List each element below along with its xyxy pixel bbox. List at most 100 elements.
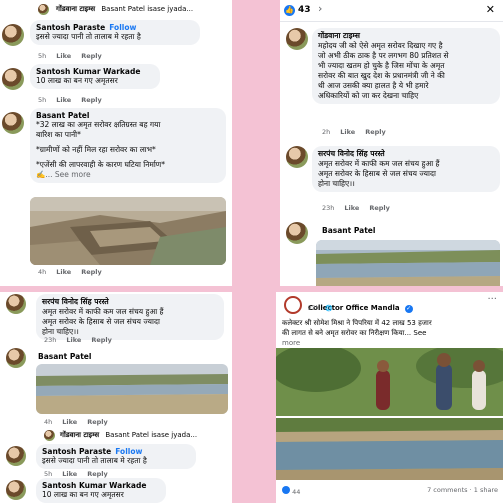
comment-actions: 2h Like Reply [322, 128, 396, 136]
like-reaction-icon: 👍 [284, 5, 295, 16]
comment-text: होना चाहिए।। [318, 179, 355, 188]
globe-icon: 🌐 [325, 305, 333, 312]
reply-button[interactable]: Reply [81, 96, 102, 104]
commenter-name[interactable]: Basant Patel [322, 226, 375, 235]
reactions-header: 👍 43 › ✕ [280, 0, 503, 22]
avatar[interactable] [6, 348, 26, 368]
comment-actions: 23h Like Reply [322, 204, 400, 212]
comment-text: सरोवर की बात खुद देश के प्रधानमंत्री जी … [318, 71, 445, 80]
comment-bubble: Santosh Paraste Follow इससे ज्यादा पानी त… [36, 444, 196, 469]
comment-text: 10 लाख का बन गए अमृतसर [42, 490, 124, 499]
reply-button[interactable]: Reply [81, 268, 102, 276]
see-more-link[interactable]: more [282, 338, 500, 348]
like-button[interactable]: Like [344, 204, 359, 212]
comment-text: Basant Patel isase jyada... [105, 431, 198, 439]
timestamp: 2h [322, 128, 331, 136]
commenter-name[interactable]: Basant Patel [38, 352, 91, 361]
avatar[interactable] [2, 68, 24, 90]
like-button[interactable]: Like [56, 96, 71, 104]
post-photo[interactable] [276, 418, 503, 480]
like-button[interactable]: Like [62, 418, 77, 426]
comment-panel-3: सरपंच विनोद सिंह परस्ते अमृत सरोवर में क… [0, 292, 232, 503]
comment-text: Basant Patel isase jyada... [101, 5, 194, 13]
timestamp: 23h [44, 336, 57, 344]
like-button[interactable]: Like [56, 52, 71, 60]
avatar[interactable] [286, 28, 308, 50]
timestamp: 5h [38, 96, 47, 104]
reply-button[interactable]: Reply [365, 128, 386, 136]
comment-photo[interactable] [36, 364, 228, 414]
comment-bubble: Basant Patel *32 लाख का अमृत सरोवर क्षति… [30, 108, 226, 183]
inspection-image [276, 348, 503, 416]
close-icon[interactable]: ✕ [486, 3, 495, 16]
comment-text: अमृत सरोवर के हिसाब से जल संचय ज्यादा [42, 317, 160, 326]
avatar[interactable] [44, 430, 55, 441]
avatar[interactable] [6, 480, 26, 500]
comment-photo[interactable] [30, 197, 226, 265]
see-more-link[interactable]: ✍️... See more [36, 170, 220, 180]
post-text: की लागत से बने अमृत सरोवर का निरीक्षण कि… [282, 329, 427, 337]
comment-bubble: सरपंच विनोद सिंह परस्ते अमृत सरोवर में क… [312, 146, 500, 192]
avatar[interactable] [286, 222, 308, 244]
comment-actions: 4h Like Reply [44, 418, 118, 426]
avatar[interactable] [286, 146, 308, 168]
comment-text: महोदय जी को ऐसे अमृत सरोवर दिखाए गए है [318, 41, 443, 50]
comment-text: *एजेंसी की लापरवाही के कारण घटिया निर्मा… [36, 160, 165, 169]
comments-count[interactable]: 7 comments [427, 486, 467, 494]
comment-bubble: गोंडवाना टाइम्स महोदय जी को ऐसे अमृत सरो… [312, 28, 500, 104]
like-button[interactable]: Like [66, 336, 81, 344]
avatar[interactable] [6, 294, 26, 314]
avatar[interactable] [6, 446, 26, 466]
reply-button[interactable]: Reply [87, 418, 108, 426]
reply-button[interactable]: Reply [369, 204, 390, 212]
comment-actions: 5h Like Reply [38, 52, 112, 60]
comment-text: अमृत सरोवर में काफी कम जल संचय हुआ हैं [318, 159, 440, 168]
reply-button[interactable]: Reply [91, 336, 112, 344]
comment-text: अमृत सरोवर में काफी कम जल संचय हुआ हैं [42, 307, 164, 316]
avatar[interactable] [38, 4, 49, 15]
comment-actions: 23h Like Reply [44, 336, 122, 344]
reaction-count[interactable]: 43 [298, 5, 311, 15]
commenter-name[interactable]: Basant Patel [36, 111, 220, 120]
commenter-name[interactable]: Santosh Kumar Warkade [36, 67, 154, 76]
like-button[interactable]: Like [62, 470, 77, 478]
like-button[interactable]: Like [340, 128, 355, 136]
reaction-count[interactable]: 44 [292, 488, 300, 496]
shares-count[interactable]: 1 share [474, 486, 498, 494]
commenter-name[interactable]: सरपंच विनोद सिंह परस्ते [42, 297, 218, 307]
chevron-right-icon[interactable]: › [318, 2, 322, 15]
comment-text: अमृत सरोवर के हिसाब से जल संचय ज्यादा [318, 169, 436, 178]
timestamp: 5h [44, 470, 53, 478]
like-button[interactable]: Like [56, 268, 71, 276]
commenter-name[interactable]: गोंडवाना टाइम्स [60, 431, 99, 439]
pond-image [316, 240, 500, 286]
post-photo[interactable] [276, 348, 503, 416]
avatar[interactable] [2, 112, 24, 134]
commenter-name[interactable]: Santosh Paraste [42, 447, 111, 456]
timestamp: 23h [322, 204, 335, 212]
comment-actions: 5h Like Reply [38, 96, 112, 104]
follow-link[interactable]: Follow [115, 447, 142, 456]
office-logo[interactable] [284, 296, 302, 314]
comment-text: थी आज उसकी क्या हालत है ये भी हमारे [318, 81, 429, 90]
commenter-name[interactable]: Santosh Paraste [36, 23, 105, 32]
commenter-name[interactable]: गोंडवाना टाइम्स [56, 5, 95, 13]
commenter-name[interactable]: Santosh Kumar Warkade [42, 481, 160, 490]
commenter-name[interactable]: गोंडवाना टाइम्स [318, 31, 494, 41]
commenter-name[interactable]: सरपंच विनोद सिंह परस्ते [318, 149, 494, 159]
reply-button[interactable]: Reply [87, 470, 108, 478]
post-text: कलेक्टर श्री सोमेश मिश्रा ने पिपरिया में… [282, 319, 432, 327]
comment-bubble: सरपंच विनोद सिंह परस्ते अमृत सरोवर में क… [36, 294, 224, 340]
comment-text: इससे ज्यादा पानी तो तालाब मे रहता है [42, 456, 147, 465]
follow-link[interactable]: Follow [109, 23, 136, 32]
reply-button[interactable]: Reply [81, 52, 102, 60]
comment-photo[interactable] [316, 240, 500, 286]
pond-image [36, 364, 228, 414]
avatar[interactable] [2, 24, 24, 46]
pond-image [276, 418, 503, 480]
comment-text: जो अभी ठीक ठाक है पर लगभग 80 प्रतिशत से [318, 51, 449, 60]
comment-actions: 5h Like Reply [44, 470, 118, 478]
more-options-icon[interactable]: ··· [487, 294, 497, 305]
timestamp: 5h [38, 52, 47, 60]
post-stats: 44 7 comments · 1 share [282, 486, 498, 496]
